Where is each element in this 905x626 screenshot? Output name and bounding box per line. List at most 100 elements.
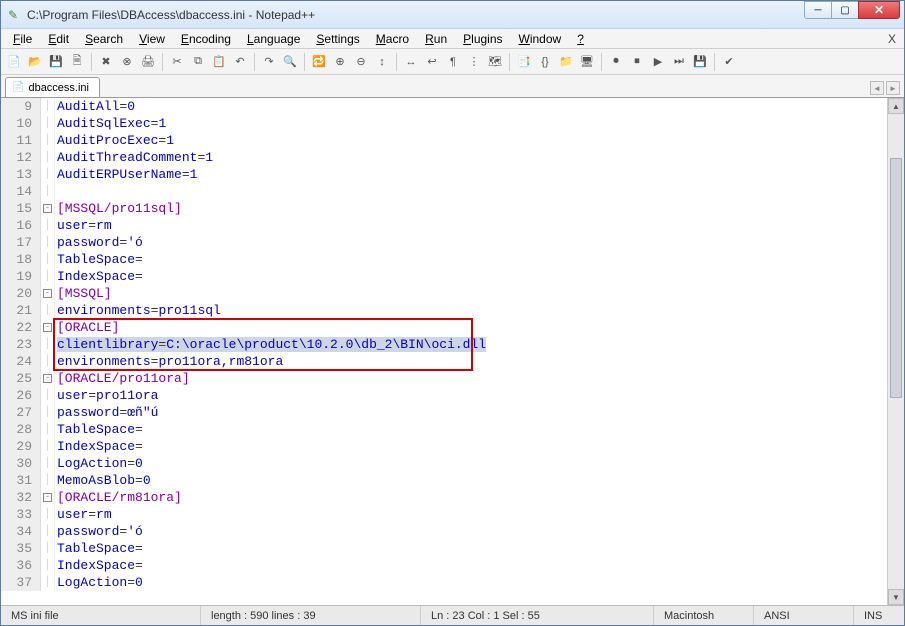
code-content[interactable]: LogAction=0	[55, 455, 887, 472]
code-line[interactable]: 23│clientlibrary=C:\oracle\product\10.2.…	[1, 336, 887, 353]
code-line[interactable]: 13│AuditERPUserName=1	[1, 166, 887, 183]
zoom-out-icon[interactable]: ⊖	[352, 53, 370, 71]
code-line[interactable]: 31│MemoAsBlob=0	[1, 472, 887, 489]
menu-file[interactable]: File	[5, 31, 40, 47]
code-content[interactable]: AuditProcExec=1	[55, 132, 887, 149]
code-content[interactable]: password='ó	[55, 234, 887, 251]
code-line[interactable]: 21│environments=pro11sql	[1, 302, 887, 319]
code-content[interactable]: AuditERPUserName=1	[55, 166, 887, 183]
code-content[interactable]: AuditSqlExec=1	[55, 115, 887, 132]
replace-icon[interactable]: 🔁	[310, 53, 328, 71]
play-multi-icon[interactable]: ⏭	[670, 53, 688, 71]
doc-map-icon[interactable]: 📑	[515, 53, 533, 71]
undo-icon[interactable]: ↶	[231, 53, 249, 71]
vertical-scrollbar[interactable]: ▲ ▼	[887, 98, 904, 605]
code-line[interactable]: 19│IndexSpace=	[1, 268, 887, 285]
lang-icon[interactable]: 🗺	[486, 53, 504, 71]
code-line[interactable]: 35│TableSpace=	[1, 540, 887, 557]
sync-h-icon[interactable]: ↔	[402, 53, 420, 71]
code-line[interactable]: 17│password='ó	[1, 234, 887, 251]
fold-marker[interactable]: -	[41, 319, 55, 336]
code-line[interactable]: 28│TableSpace=	[1, 421, 887, 438]
open-file-icon[interactable]: 📂	[26, 53, 44, 71]
code-content[interactable]: IndexSpace=	[55, 438, 887, 455]
stop-icon[interactable]: ⏹	[628, 53, 646, 71]
code-line[interactable]: 11│AuditProcExec=1	[1, 132, 887, 149]
find-icon[interactable]: 🔍	[281, 53, 299, 71]
code-content[interactable]: AuditAll=0	[55, 98, 887, 115]
code-line[interactable]: 26│user=pro11ora	[1, 387, 887, 404]
menu-search[interactable]: Search	[77, 31, 131, 47]
code-content[interactable]: environments=pro11ora,rm81ora	[55, 353, 887, 370]
tab-scroll-left[interactable]: ◄	[870, 81, 884, 95]
code-content[interactable]: [ORACLE/pro11ora]	[55, 370, 887, 387]
code-line[interactable]: 20-[MSSQL]	[1, 285, 887, 302]
fold-marker[interactable]: -	[41, 489, 55, 506]
fold-marker[interactable]: -	[41, 370, 55, 387]
code-line[interactable]: 14│	[1, 183, 887, 200]
code-content[interactable]: TableSpace=	[55, 251, 887, 268]
tab-scroll-right[interactable]: ►	[886, 81, 900, 95]
indent-guide-icon[interactable]: ⋮	[465, 53, 483, 71]
code-content[interactable]: IndexSpace=	[55, 268, 887, 285]
tab-dbaccess-ini[interactable]: 📄 dbaccess.ini	[5, 77, 100, 97]
code-line[interactable]: 10│AuditSqlExec=1	[1, 115, 887, 132]
code-content[interactable]: user=rm	[55, 506, 887, 523]
zoom-in-icon[interactable]: ⊕	[331, 53, 349, 71]
minimize-button[interactable]: ─	[804, 1, 832, 19]
wrap-icon[interactable]: ↩	[423, 53, 441, 71]
code-line[interactable]: 27│password=œñ"ú	[1, 404, 887, 421]
code-line[interactable]: 37│LogAction=0	[1, 574, 887, 591]
titlebar[interactable]: ✎ C:\Program Files\DBAccess\dbaccess.ini…	[1, 1, 904, 29]
monitor-icon[interactable]: 🖥	[578, 53, 596, 71]
menu-view[interactable]: View	[131, 31, 173, 47]
all-chars-icon[interactable]: ¶	[444, 53, 462, 71]
code-content[interactable]: user=pro11ora	[55, 387, 887, 404]
menu-plugins[interactable]: Plugins	[455, 31, 510, 47]
code-content[interactable]: TableSpace=	[55, 540, 887, 557]
save-macro-icon[interactable]: 💾	[691, 53, 709, 71]
code-content[interactable]: TableSpace=	[55, 421, 887, 438]
text-editor[interactable]: 9│AuditAll=010│AuditSqlExec=111│AuditPro…	[1, 98, 887, 605]
redo-icon[interactable]: ↷	[260, 53, 278, 71]
menu-run[interactable]: Run	[417, 31, 455, 47]
code-line[interactable]: 25-[ORACLE/pro11ora]	[1, 370, 887, 387]
spell-icon[interactable]: ✔	[720, 53, 738, 71]
code-line[interactable]: 18│TableSpace=	[1, 251, 887, 268]
code-line[interactable]: 34│password='ó	[1, 523, 887, 540]
code-line[interactable]: 33│user=rm	[1, 506, 887, 523]
menu-settings[interactable]: Settings	[308, 31, 367, 47]
code-line[interactable]: 30│LogAction=0	[1, 455, 887, 472]
code-content[interactable]: IndexSpace=	[55, 557, 887, 574]
scroll-thumb[interactable]	[890, 158, 902, 398]
code-content[interactable]: [ORACLE]	[55, 319, 887, 336]
code-content[interactable]: AuditThreadComment=1	[55, 149, 887, 166]
paste-icon[interactable]: 📋	[210, 53, 228, 71]
code-content[interactable]: password='ó	[55, 523, 887, 540]
code-content[interactable]: environments=pro11sql	[55, 302, 887, 319]
fold-marker[interactable]: -	[41, 285, 55, 302]
code-line[interactable]: 16│user=rm	[1, 217, 887, 234]
doc-close-button[interactable]: X	[888, 32, 896, 46]
close-button[interactable]: ✕	[858, 1, 900, 19]
maximize-button[interactable]: ▢	[831, 1, 859, 19]
code-content[interactable]: LogAction=0	[55, 574, 887, 591]
menu-[interactable]: ?	[569, 31, 592, 47]
code-line[interactable]: 22-[ORACLE]	[1, 319, 887, 336]
scroll-up-button[interactable]: ▲	[888, 98, 904, 114]
scroll-down-button[interactable]: ▼	[888, 589, 904, 605]
record-icon[interactable]: ⏺	[607, 53, 625, 71]
code-line[interactable]: 36│IndexSpace=	[1, 557, 887, 574]
code-content[interactable]: clientlibrary=C:\oracle\product\10.2.0\d…	[55, 336, 887, 353]
close-icon[interactable]: ✖	[97, 53, 115, 71]
code-line[interactable]: 32-[ORACLE/rm81ora]	[1, 489, 887, 506]
folder-icon[interactable]: 📁	[557, 53, 575, 71]
play-icon[interactable]: ▶	[649, 53, 667, 71]
code-line[interactable]: 15-[MSSQL/pro11sql]	[1, 200, 887, 217]
copy-icon[interactable]: ⧉	[189, 53, 207, 71]
code-line[interactable]: 24│environments=pro11ora,rm81ora	[1, 353, 887, 370]
menu-window[interactable]: Window	[511, 31, 570, 47]
cut-icon[interactable]: ✂	[168, 53, 186, 71]
code-content[interactable]: [MSSQL]	[55, 285, 887, 302]
code-content[interactable]: password=œñ"ú	[55, 404, 887, 421]
